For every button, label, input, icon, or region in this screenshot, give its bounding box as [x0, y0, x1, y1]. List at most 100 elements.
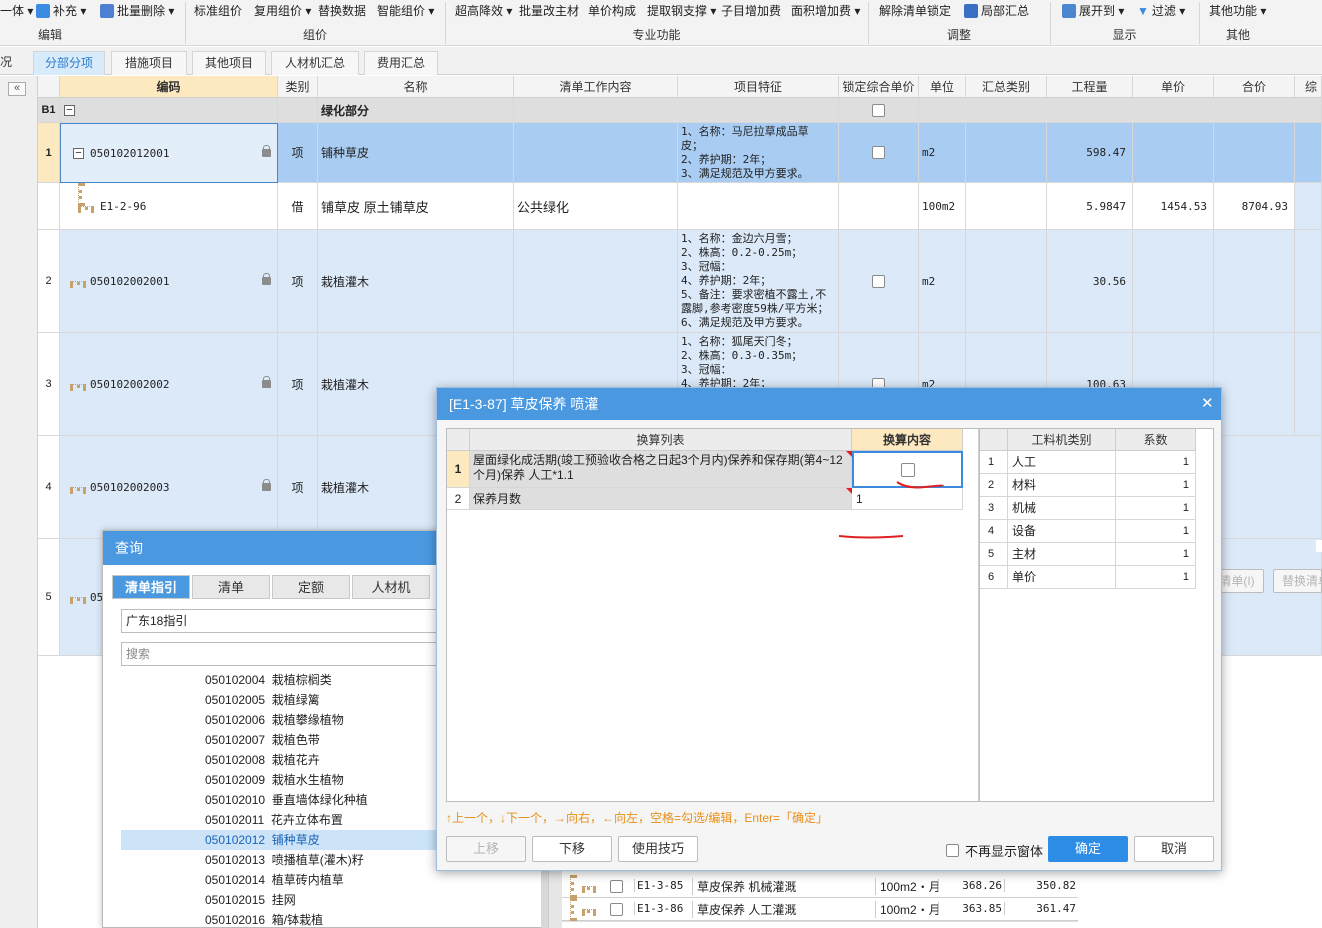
- batch-delete-button[interactable]: 批量删除 ▾: [100, 2, 174, 20]
- row-unit[interactable]: 100m2: [919, 183, 966, 230]
- grid-header-code[interactable]: 编码: [60, 76, 278, 98]
- batch-main-material-button[interactable]: 批量改主材: [519, 2, 579, 20]
- row-feature[interactable]: [678, 183, 839, 230]
- table-row[interactable]: 2 050102002001 项 栽植灌木 1、名称：金边六月雪； 2、株高：0…: [38, 230, 1322, 333]
- row-summary-category[interactable]: [966, 230, 1047, 333]
- list-item[interactable]: 050102016 箱/钵栽植: [121, 910, 541, 928]
- move-down-button[interactable]: 下移: [532, 836, 612, 862]
- grid-header-summary-category[interactable]: 汇总类别: [966, 76, 1047, 98]
- row-total[interactable]: [1214, 230, 1295, 333]
- grid-header-type[interactable]: 类别: [278, 76, 318, 98]
- row-work[interactable]: 公共绿化: [514, 183, 678, 230]
- coefficient-cell[interactable]: 1: [1116, 497, 1196, 520]
- row-name[interactable]: 栽植灌木: [318, 230, 514, 333]
- collapse-left-icon[interactable]: «: [8, 82, 26, 96]
- category-cell[interactable]: 机械: [1008, 497, 1116, 520]
- grid-header-work[interactable]: 清单工作内容: [514, 76, 678, 98]
- table-row[interactable]: E1-2-96 借 铺草皮 原土铺草皮 公共绿化 100m2 5.9847 14…: [38, 183, 1322, 230]
- category-cell[interactable]: 人工: [1008, 451, 1116, 474]
- table-row[interactable]: E1-3-86 草皮保养 人工灌溉 100m2・月 363.85 361.47: [562, 898, 1078, 921]
- smart-price-button[interactable]: 智能组价 ▾: [377, 2, 434, 20]
- grid-header-total[interactable]: 合价: [1214, 76, 1295, 98]
- coefficient-cell[interactable]: 1: [1116, 566, 1196, 589]
- grid-header-unit[interactable]: 单位: [919, 76, 966, 98]
- row-price[interactable]: [1133, 123, 1214, 183]
- list-item[interactable]: 050102014 植草砖内植草: [121, 870, 541, 890]
- lock-checkbox[interactable]: [872, 274, 885, 288]
- conversion-item-text[interactable]: 屋面绿化成活期(竣工预验收合格之日起3个月内)保养和保存期(第4~12个月)保养…: [470, 451, 852, 488]
- supplement-button[interactable]: 补充 ▾: [36, 2, 86, 20]
- ok-button[interactable]: 确定: [1048, 836, 1128, 862]
- area-add-fee-button[interactable]: 面积增加费 ▾: [791, 2, 860, 20]
- row-feature[interactable]: 1、名称：金边六月雪； 2、株高：0.2-0.25m； 3、冠幅： 4、养护期：…: [678, 230, 839, 333]
- row-name[interactable]: 铺草皮 原土铺草皮: [318, 183, 514, 230]
- row-total[interactable]: [1214, 123, 1295, 183]
- filter-button[interactable]: ▼ 过滤 ▾: [1137, 2, 1185, 20]
- tab-other-items[interactable]: 其他项目: [192, 51, 266, 75]
- tab-measures[interactable]: 措施项目: [111, 51, 187, 75]
- grid-header-quantity[interactable]: 工程量: [1047, 76, 1133, 98]
- collapse-icon[interactable]: −: [73, 147, 84, 159]
- row-total[interactable]: [1214, 333, 1295, 436]
- grid-header-more[interactable]: 综: [1295, 76, 1322, 98]
- tab-sub-items[interactable]: 分部分项: [33, 51, 105, 75]
- maximize-icon[interactable]: [1316, 540, 1322, 552]
- coefficient-cell[interactable]: 1: [1116, 543, 1196, 566]
- usage-tips-button[interactable]: 使用技巧: [618, 836, 698, 862]
- query-tab-labor-material[interactable]: 人材机: [352, 575, 430, 599]
- category-cell[interactable]: 材料: [1008, 474, 1116, 497]
- row-feature[interactable]: 1、名称：马尼拉草成品草 皮； 2、养护期：2年； 3、满足规范及甲方要求。: [678, 123, 839, 183]
- unit-price-composition-button[interactable]: 单价构成: [588, 2, 636, 20]
- unlock-list-button[interactable]: 解除清单锁定: [879, 2, 951, 20]
- row-quantity[interactable]: 598.47: [1047, 123, 1133, 183]
- lock-checkbox[interactable]: [872, 103, 885, 117]
- replace-list-button[interactable]: 替换清单: [1273, 569, 1322, 593]
- row-name[interactable]: 铺种草皮: [318, 123, 514, 183]
- coefficient-cell[interactable]: 1: [1116, 474, 1196, 497]
- tab-labor-material-summary[interactable]: 人材机汇总: [271, 51, 359, 75]
- list-item[interactable]: 050102015 挂网: [121, 890, 541, 910]
- other-functions-button[interactable]: 其他功能 ▾: [1209, 2, 1266, 20]
- grid-header-feature[interactable]: 项目特征: [678, 76, 839, 98]
- sub-item-add-fee-button[interactable]: 子目增加费: [721, 2, 781, 20]
- row-lock-cell[interactable]: [839, 230, 919, 333]
- row-checkbox[interactable]: [610, 903, 623, 916]
- row-quantity[interactable]: 30.56: [1047, 230, 1133, 333]
- extract-steel-button[interactable]: 提取钢支撑 ▾: [647, 2, 716, 20]
- row-unit[interactable]: m2: [919, 230, 966, 333]
- lock-checkbox[interactable]: [872, 146, 885, 159]
- row-code[interactable]: − 050102012001: [60, 123, 278, 183]
- row-total[interactable]: 8704.93: [1214, 183, 1295, 230]
- conversion-item-text[interactable]: 保养月数: [470, 488, 852, 510]
- expand-to-button[interactable]: 展开到 ▾: [1062, 2, 1124, 20]
- replace-data-button[interactable]: 替换数据: [318, 2, 366, 20]
- section-collapse[interactable]: −: [60, 98, 278, 123]
- row-quantity[interactable]: 5.9847: [1047, 183, 1133, 230]
- std-price-button[interactable]: 标准组价: [194, 2, 242, 20]
- category-cell[interactable]: 单价: [1008, 566, 1116, 589]
- row-code[interactable]: 050102002002: [60, 333, 278, 436]
- months-input[interactable]: 1: [852, 488, 963, 510]
- category-cell[interactable]: 主材: [1008, 543, 1116, 566]
- table-row[interactable]: 1 − 050102012001 项 铺种草皮 1、名称：马尼拉草成品草 皮； …: [38, 123, 1322, 183]
- tab-cost-summary[interactable]: 费用汇总: [364, 51, 438, 75]
- no-show-again-option[interactable]: 不再显示窗体: [946, 841, 1043, 860]
- coefficient-cell[interactable]: 1: [1116, 451, 1196, 474]
- row-code[interactable]: 050102002001: [60, 230, 278, 333]
- no-show-checkbox[interactable]: [946, 844, 959, 857]
- grid-header-lock-price[interactable]: 锁定综合单价: [839, 76, 919, 98]
- section-lock-checkbox-cell[interactable]: [839, 98, 919, 123]
- category-cell[interactable]: 设备: [1008, 520, 1116, 543]
- coefficient-cell[interactable]: 1: [1116, 520, 1196, 543]
- row-price[interactable]: [1133, 230, 1214, 333]
- cancel-button[interactable]: 取消: [1134, 836, 1214, 862]
- row-unit[interactable]: m2: [919, 123, 966, 183]
- row-code[interactable]: E1-2-96: [60, 183, 278, 230]
- partial-summary-button[interactable]: 局部汇总: [964, 2, 1029, 20]
- table-row[interactable]: E1-3-85 草皮保养 机械灌溉 100m2・月 368.26 350.82: [562, 875, 1078, 898]
- conversion-checkbox[interactable]: [900, 462, 915, 477]
- query-tab-list[interactable]: 清单: [192, 575, 270, 599]
- scrollbar[interactable]: [548, 870, 562, 928]
- row-work[interactable]: [514, 230, 678, 333]
- row-summary-category[interactable]: [966, 123, 1047, 183]
